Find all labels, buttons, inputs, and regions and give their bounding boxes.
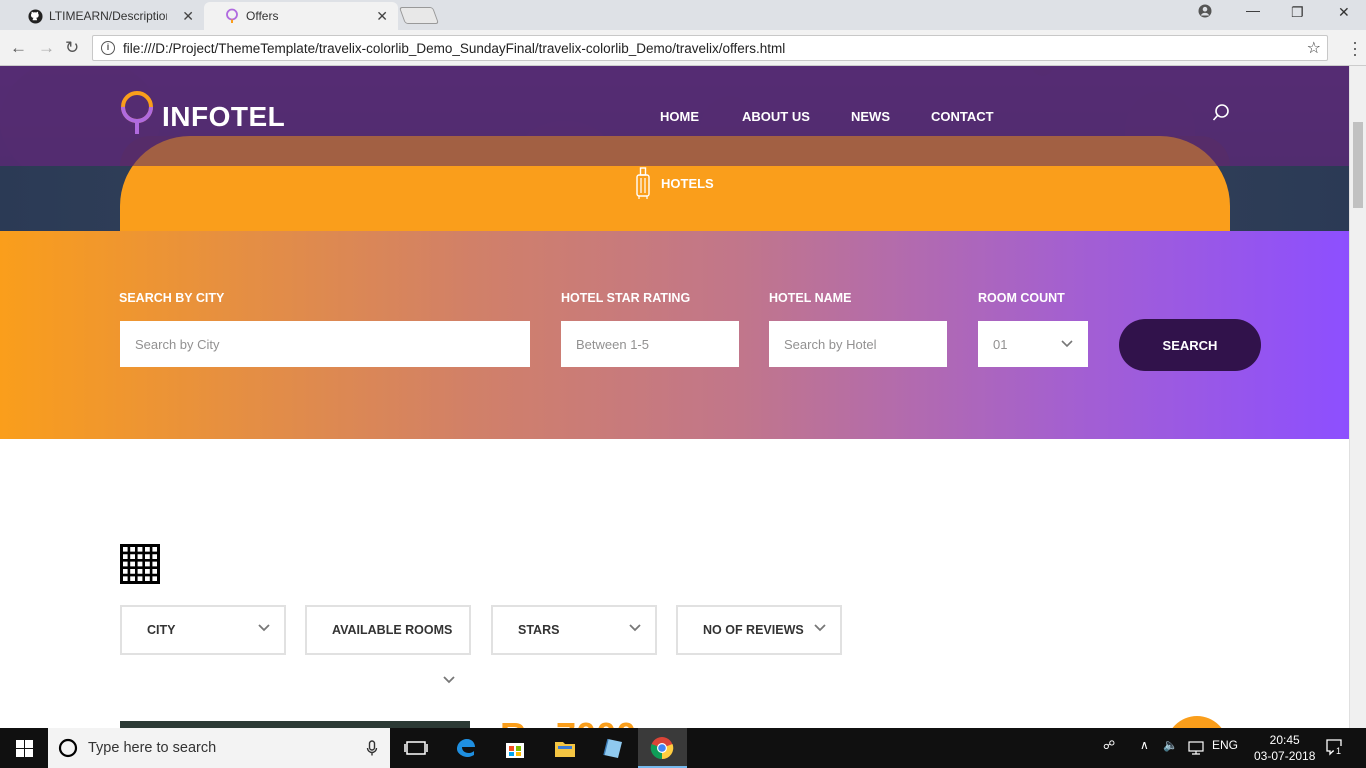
search-button[interactable]: SEARCH xyxy=(1119,319,1261,371)
store-icon[interactable] xyxy=(503,736,527,760)
show-hidden-icons[interactable]: ∧ xyxy=(1140,738,1149,752)
offer-image[interactable] xyxy=(120,721,470,728)
nav-home[interactable]: HOME xyxy=(660,109,699,124)
url-text: file:///D:/Project/ThemeTemplate/traveli… xyxy=(123,40,786,56)
taskbar-search-box[interactable]: Type here to search xyxy=(48,728,390,768)
location-pin-icon xyxy=(226,8,238,23)
address-bar: ← → ↻ i file:///D:/Project/ThemeTemplate… xyxy=(0,30,1366,66)
hotel-name-input[interactable] xyxy=(769,321,947,367)
search-city-input[interactable] xyxy=(120,321,530,367)
browser-tab-offers[interactable]: Offers ✕ xyxy=(204,2,398,30)
github-icon xyxy=(28,8,43,24)
action-center-icon[interactable]: 1 xyxy=(1325,738,1344,761)
close-tab-icon[interactable]: ✕ xyxy=(376,8,388,25)
clock-time: 20:45 xyxy=(1269,733,1300,747)
chevron-down-icon xyxy=(1061,340,1073,348)
filter-no-of-reviews-label: NO OF REVIEWS xyxy=(703,623,804,637)
scrollbar-thumb[interactable] xyxy=(1353,122,1363,208)
filter-stars-label: STARS xyxy=(518,623,560,637)
nav-about-us[interactable]: ABOUT US xyxy=(742,109,810,124)
windows-taskbar: Type here to search ☍ ∧ 🔈 ENG 20:45 03-0… xyxy=(0,728,1366,768)
cortana-icon xyxy=(58,738,78,758)
page-scrollbar[interactable] xyxy=(1349,66,1366,728)
url-field[interactable]: i file:///D:/Project/ThemeTemplate/trave… xyxy=(92,35,1328,61)
grid-view-icon[interactable] xyxy=(120,544,160,584)
taskbar-search-placeholder: Type here to search xyxy=(88,740,217,756)
browser-tab-strip: LTIMEARN/Description_F ✕ Offers ✕ — ❐ ✕ xyxy=(0,0,1366,30)
nav-contact[interactable]: CONTACT xyxy=(931,109,994,124)
back-arrow-icon[interactable]: ← xyxy=(10,38,27,58)
chevron-down-icon xyxy=(814,624,826,632)
reload-icon[interactable]: ↻ xyxy=(65,38,79,58)
room-count-label: ROOM COUNT xyxy=(978,291,1065,305)
taskbar-clock[interactable]: 20:45 03-07-2018 xyxy=(1254,732,1315,764)
close-window-icon[interactable]: ✕ xyxy=(1338,4,1350,21)
task-view-icon[interactable] xyxy=(404,736,428,760)
people-icon[interactable]: ☍ xyxy=(1103,738,1115,752)
tab-title: LTIMEARN/Description_F xyxy=(49,9,167,23)
filter-city[interactable]: CITY xyxy=(120,605,286,655)
offer-badge xyxy=(1166,716,1228,728)
filter-city-label: CITY xyxy=(147,623,176,637)
tab-hotels[interactable]: HOTELS xyxy=(634,166,714,200)
chrome-icon xyxy=(650,737,674,760)
star-rating-input[interactable] xyxy=(561,321,739,367)
profile-icon[interactable] xyxy=(1198,4,1212,21)
new-tab-button[interactable] xyxy=(398,7,440,24)
windows-start-icon[interactable] xyxy=(16,740,33,757)
network-icon[interactable] xyxy=(1188,741,1204,755)
bookmark-star-icon[interactable]: ☆ xyxy=(1307,38,1321,58)
chevron-down-icon[interactable] xyxy=(443,676,455,684)
search-icon[interactable] xyxy=(1212,104,1230,127)
room-count-select[interactable]: 01 xyxy=(978,321,1088,367)
tab-hotels-label: HOTELS xyxy=(661,175,714,191)
clock-date: 03-07-2018 xyxy=(1254,749,1316,763)
logo-text: INFOTEL xyxy=(162,101,286,132)
page-viewport: INFOTEL HOME ABOUT US NEWS CONTACT HOTEL… xyxy=(0,66,1349,728)
tab-title: Offers xyxy=(246,9,279,23)
language-indicator[interactable]: ENG xyxy=(1212,738,1238,752)
browser-tab-github[interactable]: LTIMEARN/Description_F ✕ xyxy=(8,2,204,30)
location-pin-icon xyxy=(121,91,153,134)
site-logo[interactable]: INFOTEL xyxy=(120,90,285,136)
chevron-down-icon xyxy=(629,624,641,632)
notification-count: 1 xyxy=(1334,746,1344,756)
search-panel: SEARCH BY CITY HOTEL STAR RATING HOTEL N… xyxy=(0,231,1349,439)
filter-available-rooms-label: AVAILABLE ROOMS xyxy=(332,623,453,637)
forward-arrow-icon[interactable]: → xyxy=(38,38,55,58)
chevron-down-icon xyxy=(258,624,270,632)
minimize-icon[interactable]: — xyxy=(1246,2,1260,18)
volume-icon[interactable]: 🔈 xyxy=(1163,738,1178,752)
microphone-icon[interactable] xyxy=(366,740,378,757)
nav-news[interactable]: NEWS xyxy=(851,109,890,124)
hotel-name-label: HOTEL NAME xyxy=(769,291,852,305)
taskbar-chrome-active[interactable] xyxy=(638,728,687,768)
notes-app-icon[interactable] xyxy=(602,736,626,760)
maximize-icon[interactable]: ❐ xyxy=(1291,4,1304,21)
edge-browser-icon[interactable] xyxy=(454,736,478,760)
filter-stars[interactable]: STARS xyxy=(491,605,657,655)
suitcase-icon xyxy=(636,167,650,199)
info-icon[interactable]: i xyxy=(101,41,115,55)
offer-price: Rs.7000 xyxy=(500,711,636,728)
menu-dots-icon[interactable]: · · · xyxy=(1352,33,1358,63)
file-explorer-icon[interactable] xyxy=(553,736,577,760)
room-count-value: 01 xyxy=(993,336,1008,352)
star-rating-label: HOTEL STAR RATING xyxy=(561,291,691,305)
close-tab-icon[interactable]: ✕ xyxy=(182,8,194,25)
city-label: SEARCH BY CITY xyxy=(119,291,225,305)
filter-available-rooms[interactable]: AVAILABLE ROOMS xyxy=(305,605,471,655)
filter-no-of-reviews[interactable]: NO OF REVIEWS xyxy=(676,605,842,655)
